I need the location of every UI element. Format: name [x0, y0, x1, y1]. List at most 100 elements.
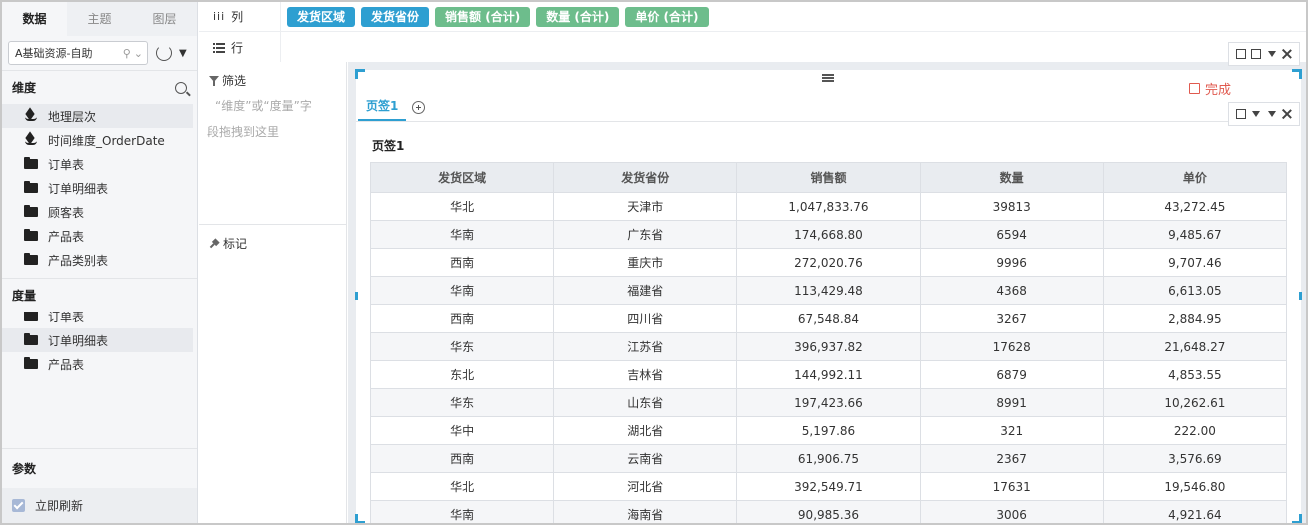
table-cell: 9,707.46 [1102, 248, 1288, 277]
table-cell: 福建省 [553, 276, 738, 305]
tree-item[interactable]: 顾客表 [2, 200, 197, 224]
column-header[interactable]: 数量 [919, 162, 1104, 193]
column-header[interactable]: 发货省份 [553, 162, 738, 193]
layers-icon [24, 110, 38, 122]
resize-handle[interactable] [355, 514, 365, 523]
edit-icon[interactable] [1235, 109, 1246, 119]
filter-hint: “维度”或“度量”字 [215, 99, 312, 113]
pill-dimension[interactable]: 发货区域 [287, 6, 356, 27]
pill-dimension[interactable]: 发货省份 [361, 6, 430, 27]
pill-measure[interactable]: 销售额 (合计) [435, 6, 531, 27]
page-tab-bar: 页签1 [356, 96, 1286, 122]
table-cell: 4,921.64 [1102, 500, 1288, 523]
tab-layer[interactable]: 图层 [132, 2, 197, 36]
caret-down-icon[interactable]: ▼ [179, 48, 187, 59]
table-row[interactable]: 华南 海南省 90,985.36 3006 4,921.64 [370, 500, 1288, 523]
search-icon: ⚲ [122, 46, 131, 60]
add-tab-icon[interactable] [412, 101, 426, 114]
table-cell: 321 [919, 416, 1104, 445]
filter-hint: 段拖拽到这里 [207, 125, 280, 139]
table-row[interactable]: 东北 吉林省 144,992.11 6879 4,853.55 [370, 360, 1288, 389]
table-cell: 华东 [370, 332, 555, 361]
table-cell: 113,429.48 [736, 276, 921, 305]
table-cell: 西南 [370, 248, 555, 277]
filter-icon [209, 75, 219, 86]
tree-item[interactable]: 地理层次 [2, 104, 193, 128]
table-cell: 西南 [370, 444, 555, 473]
table-cell: 67,548.84 [736, 304, 921, 333]
table-row[interactable]: 华北 天津市 1,047,833.76 39813 43,272.45 [370, 192, 1288, 221]
tab-theme[interactable]: 主题 [67, 2, 132, 36]
dashboard-board: 完成 页签1 页签1 发货区域 发货省份 销售额 数量 单价 华北 天津市 1,… [355, 69, 1302, 523]
pill-measure[interactable]: 数量 (合计) [536, 6, 620, 27]
search-icon[interactable] [175, 81, 187, 94]
table-row[interactable]: 华东 江苏省 396,937.82 17628 21,648.27 [370, 332, 1288, 361]
folder-icon [24, 253, 38, 265]
table-row[interactable]: 西南 四川省 67,548.84 3267 2,884.95 [370, 304, 1288, 333]
datasource-select[interactable]: A基础资源-自助 ⚲ ⌄ [8, 41, 148, 65]
filter-dropzone[interactable]: “维度”或“度量”字 段拖拽到这里 [199, 89, 346, 145]
column-header[interactable]: 单价 [1102, 162, 1288, 193]
resize-handle[interactable] [1292, 69, 1302, 79]
maximize-icon[interactable] [1251, 49, 1262, 59]
resize-handle[interactable] [1292, 514, 1302, 523]
params-header: 参数 [2, 448, 197, 488]
tree-item[interactable]: 订单明细表 [2, 328, 193, 352]
resize-handle[interactable] [355, 292, 358, 300]
edit-icon [1188, 83, 1200, 94]
row-shelf-label: 行 [199, 32, 281, 62]
drag-handle-icon[interactable] [822, 74, 834, 82]
tree-item[interactable]: 时间维度_OrderDate [2, 128, 197, 152]
caret-down-icon[interactable] [1267, 49, 1277, 59]
table-toolbar [1228, 102, 1300, 126]
rows-icon [213, 42, 225, 53]
table-cell: 湖北省 [553, 416, 738, 445]
folder-icon [24, 312, 38, 321]
close-icon[interactable] [1282, 109, 1292, 119]
tree-item[interactable]: 产品表 [2, 224, 197, 248]
table-row[interactable]: 西南 重庆市 272,020.76 9996 9,707.46 [370, 248, 1288, 277]
shelf-side-panel: 筛选 “维度”或“度量”字 段拖拽到这里 标记 [199, 62, 347, 523]
resize-handle[interactable] [355, 69, 365, 79]
column-header[interactable]: 销售额 [736, 162, 921, 193]
chevron-down-icon: ⌄ [133, 46, 143, 60]
instant-refresh-checkbox[interactable] [12, 499, 25, 512]
tree-item[interactable]: 订单表 [2, 312, 197, 328]
table-row[interactable]: 西南 云南省 61,906.75 2367 3,576.69 [370, 444, 1288, 473]
pill-measure[interactable]: 单价 (合计) [625, 6, 709, 27]
table-row[interactable]: 华北 河北省 392,549.71 17631 19,546.80 [370, 472, 1288, 501]
table-cell: 西南 [370, 304, 555, 333]
tree-item[interactable]: 订单明细表 [2, 176, 197, 200]
filter-header: 筛选 [199, 62, 346, 89]
table-row[interactable]: 华南 广东省 174,668.80 6594 9,485.67 [370, 220, 1288, 249]
table-row[interactable]: 华中 湖北省 5,197.86 321 222.00 [370, 416, 1288, 445]
table-cell: 19,546.80 [1102, 472, 1288, 501]
table-cell: 9,485.67 [1102, 220, 1288, 249]
table-cell: 重庆市 [553, 248, 738, 277]
filter-icon[interactable] [1251, 109, 1261, 119]
refresh-icon[interactable] [156, 45, 172, 61]
table-row[interactable]: 华东 山东省 197,423.66 8991 10,262.61 [370, 388, 1288, 417]
instant-refresh-row[interactable]: 立即刷新 [2, 488, 197, 523]
tab-page1[interactable]: 页签1 [358, 97, 407, 121]
table-cell: 华北 [370, 192, 555, 221]
column-header[interactable]: 发货区域 [370, 162, 555, 193]
tree-item[interactable]: 产品类别表 [2, 248, 197, 272]
datasource-value: A基础资源-自助 [15, 47, 93, 60]
folder-icon [24, 333, 38, 345]
tab-data[interactable]: 数据 [2, 2, 67, 36]
caret-down-icon[interactable] [1267, 109, 1277, 119]
table-row[interactable]: 华南 福建省 113,429.48 4368 6,613.05 [370, 276, 1288, 305]
table-cell: 9996 [919, 248, 1104, 277]
columns-icon: iii [213, 10, 226, 23]
edit-icon[interactable] [1235, 49, 1246, 59]
table-cell: 3006 [919, 500, 1104, 523]
close-icon[interactable] [1282, 49, 1292, 59]
folder-icon [24, 357, 38, 369]
table-cell: 海南省 [553, 500, 738, 523]
tree-item[interactable]: 订单表 [2, 152, 197, 176]
board-toolbar [1228, 42, 1300, 66]
tree-item[interactable]: 产品表 [2, 352, 197, 376]
resize-handle[interactable] [1299, 292, 1302, 300]
table-cell: 5,197.86 [736, 416, 921, 445]
